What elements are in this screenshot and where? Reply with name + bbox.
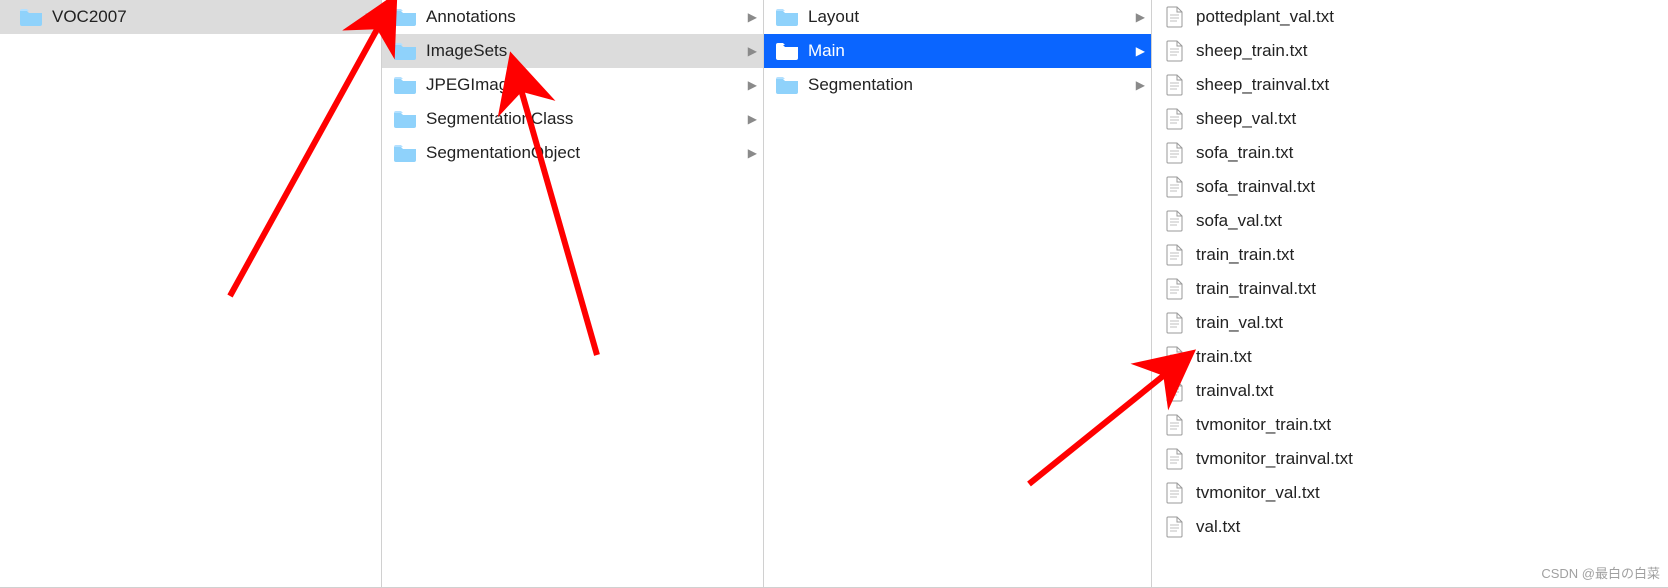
file-row[interactable]: sofa_trainval.txt (1152, 170, 1668, 204)
row-label: trainval.txt (1188, 381, 1662, 401)
row-label: tvmonitor_trainval.txt (1188, 449, 1662, 469)
folder-icon (392, 109, 418, 129)
folder-row[interactable]: Segmentation▶ (764, 68, 1151, 102)
file-icon (1162, 483, 1188, 503)
file-icon (1162, 211, 1188, 231)
chevron-right-icon: ▶ (748, 146, 757, 160)
row-label: Layout (800, 7, 1136, 27)
folder-icon (392, 41, 418, 61)
row-label: train.txt (1188, 347, 1662, 367)
folder-row[interactable]: ImageSets▶ (382, 34, 763, 68)
row-label: SegmentationClass (418, 109, 748, 129)
chevron-right-icon: ▶ (748, 112, 757, 126)
file-row[interactable]: sheep_train.txt (1152, 34, 1668, 68)
file-row[interactable]: train_val.txt (1152, 306, 1668, 340)
folder-row[interactable]: SegmentationObject▶ (382, 136, 763, 170)
finder-column-2: Layout▶ Main▶ Segmentation▶ (764, 0, 1152, 587)
file-row[interactable]: sheep_val.txt (1152, 102, 1668, 136)
folder-row[interactable]: VOC2007▶ (0, 0, 381, 34)
folder-row[interactable]: SegmentationClass▶ (382, 102, 763, 136)
file-icon (1162, 109, 1188, 129)
file-row[interactable]: val.txt (1152, 510, 1668, 544)
row-label: sofa_train.txt (1188, 143, 1662, 163)
row-label: train_train.txt (1188, 245, 1662, 265)
file-icon (1162, 449, 1188, 469)
file-row[interactable]: train_trainval.txt (1152, 272, 1668, 306)
folder-icon (392, 75, 418, 95)
file-row[interactable]: tvmonitor_trainval.txt (1152, 442, 1668, 476)
row-label: Annotations (418, 7, 748, 27)
file-icon (1162, 517, 1188, 537)
row-label: sheep_trainval.txt (1188, 75, 1662, 95)
row-label: Segmentation (800, 75, 1136, 95)
file-row[interactable]: sofa_val.txt (1152, 204, 1668, 238)
file-icon (1162, 177, 1188, 197)
chevron-right-icon: ▶ (748, 78, 757, 92)
file-row[interactable]: sofa_train.txt (1152, 136, 1668, 170)
file-icon (1162, 313, 1188, 333)
file-icon (1162, 41, 1188, 61)
file-icon (1162, 347, 1188, 367)
row-label: tvmonitor_train.txt (1188, 415, 1662, 435)
row-label: VOC2007 (44, 7, 366, 27)
file-row[interactable]: tvmonitor_train.txt (1152, 408, 1668, 442)
folder-icon (774, 41, 800, 61)
row-label: pottedplant_val.txt (1188, 7, 1662, 27)
folder-icon (774, 75, 800, 95)
row-label: sofa_trainval.txt (1188, 177, 1662, 197)
file-icon (1162, 7, 1188, 27)
folder-icon (392, 143, 418, 163)
row-label: SegmentationObject (418, 143, 748, 163)
file-row[interactable]: trainval.txt (1152, 374, 1668, 408)
chevron-right-icon: ▶ (748, 44, 757, 58)
chevron-right-icon: ▶ (366, 10, 375, 24)
folder-row[interactable]: Annotations▶ (382, 0, 763, 34)
chevron-right-icon: ▶ (1136, 10, 1145, 24)
file-icon (1162, 381, 1188, 401)
folder-icon (774, 7, 800, 27)
folder-row[interactable]: Main▶ (764, 34, 1151, 68)
finder-column-0: VOC2007▶ (0, 0, 382, 587)
row-label: sheep_train.txt (1188, 41, 1662, 61)
file-row[interactable]: train.txt (1152, 340, 1668, 374)
finder-column-3: pottedplant_val.txt sheep_train.txt shee… (1152, 0, 1668, 587)
folder-row[interactable]: JPEGImages▶ (382, 68, 763, 102)
finder-column-1: Annotations▶ ImageSets▶ JPEGImages▶ Segm… (382, 0, 764, 587)
row-label: ImageSets (418, 41, 748, 61)
chevron-right-icon: ▶ (748, 10, 757, 24)
row-label: Main (800, 41, 1136, 61)
folder-icon (18, 7, 44, 27)
file-icon (1162, 279, 1188, 299)
file-row[interactable]: sheep_trainval.txt (1152, 68, 1668, 102)
folder-row[interactable]: Layout▶ (764, 0, 1151, 34)
file-icon (1162, 143, 1188, 163)
chevron-right-icon: ▶ (1136, 44, 1145, 58)
file-row[interactable]: pottedplant_val.txt (1152, 0, 1668, 34)
folder-icon (392, 7, 418, 27)
chevron-right-icon: ▶ (1136, 78, 1145, 92)
file-row[interactable]: tvmonitor_val.txt (1152, 476, 1668, 510)
row-label: sofa_val.txt (1188, 211, 1662, 231)
row-label: train_trainval.txt (1188, 279, 1662, 299)
file-icon (1162, 245, 1188, 265)
row-label: JPEGImages (418, 75, 748, 95)
file-icon (1162, 415, 1188, 435)
file-icon (1162, 75, 1188, 95)
file-row[interactable]: train_train.txt (1152, 238, 1668, 272)
row-label: train_val.txt (1188, 313, 1662, 333)
row-label: val.txt (1188, 517, 1662, 537)
row-label: sheep_val.txt (1188, 109, 1662, 129)
row-label: tvmonitor_val.txt (1188, 483, 1662, 503)
